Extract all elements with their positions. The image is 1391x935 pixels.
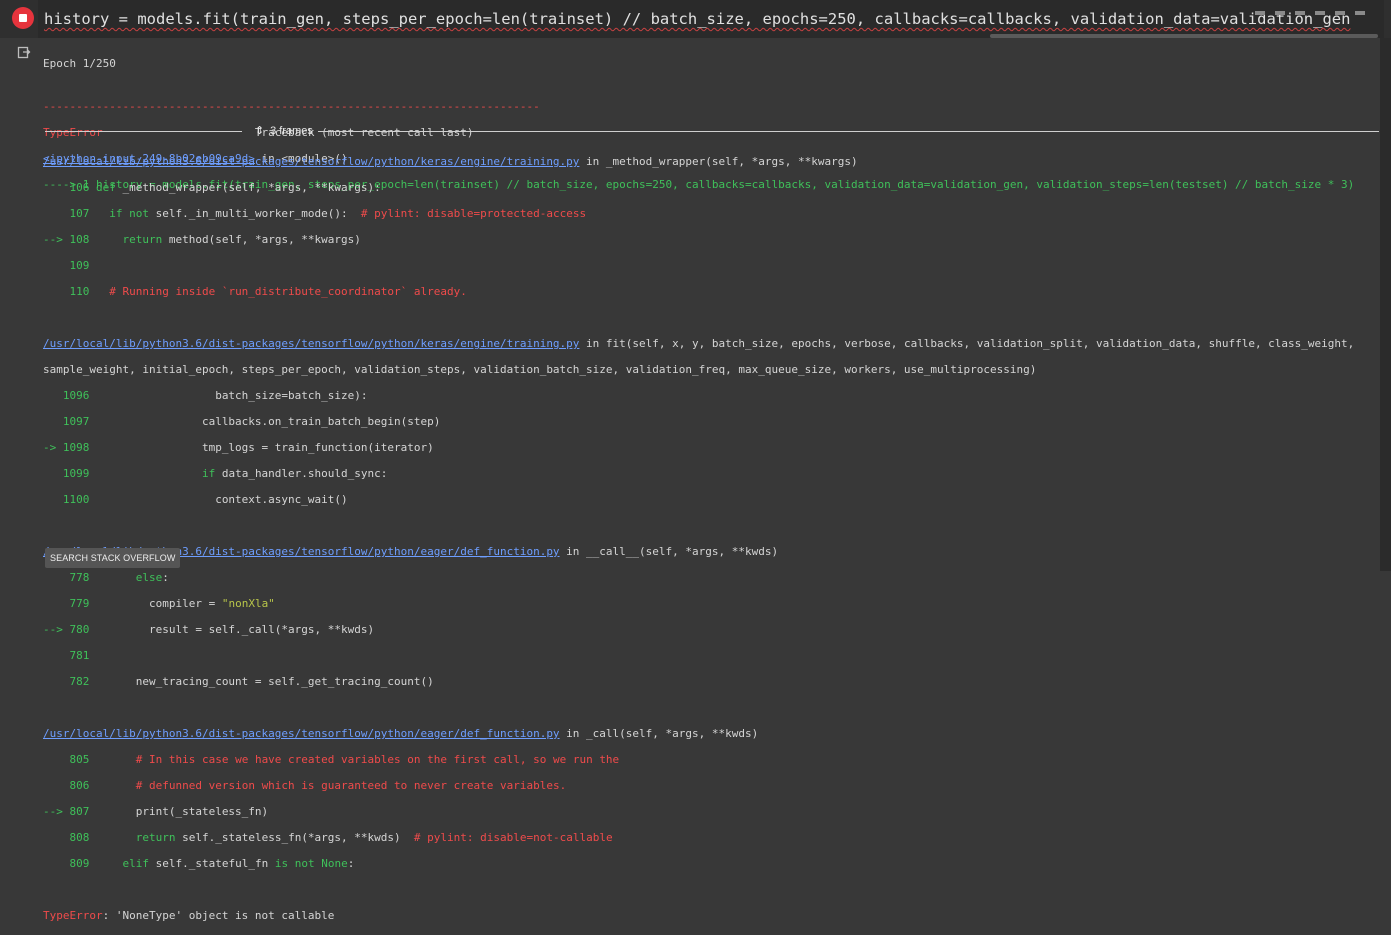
code-line: --> 780 result = self._call(*args, **kwd…	[43, 623, 375, 636]
code-line: 805 # In this case we have created varia…	[43, 753, 620, 766]
stop-execution-button[interactable]	[12, 7, 34, 29]
output-redirect-icon[interactable]	[17, 45, 31, 59]
stop-icon	[19, 14, 27, 22]
code-line: 809 elif self._stateful_fn is not None:	[43, 857, 355, 870]
code-line: 107 if not self._in_multi_worker_mode():…	[43, 207, 587, 220]
code-line: 1096 batch_size=batch_size):	[43, 389, 368, 402]
code-line: 808 return self._stateless_fn(*args, **k…	[43, 831, 613, 844]
frame-signature-cont: sample_weight, initial_epoch, steps_per_…	[43, 363, 1037, 376]
traceback-dash-line: ----------------------------------------…	[43, 100, 540, 113]
code-line: 806 # defunned version which is guarante…	[43, 779, 567, 792]
final-error-message: : 'NoneType' object is not callable	[102, 909, 335, 922]
epoch-line: Epoch 1/250	[43, 57, 116, 70]
frame-signature: in fit(self, x, y, batch_size, epochs, v…	[579, 337, 1355, 350]
frame-file-link[interactable]: /usr/local/lib/python3.6/dist-packages/t…	[43, 155, 579, 168]
code-line: 781	[43, 649, 96, 662]
code-line: 1097 callbacks.on_train_batch_begin(step…	[43, 415, 441, 428]
editor-horizontal-scrollbar[interactable]	[990, 34, 1378, 38]
frame-signature: in __call__(self, *args, **kwds)	[559, 545, 779, 558]
traceback-frames: /usr/local/lib/python3.6/dist-packages/t…	[43, 142, 1383, 922]
frames-separator: ⇕ 3 frames	[43, 124, 1379, 138]
code-editor[interactable]: history = models.fit(train_gen, steps_pe…	[38, 0, 1384, 38]
final-error-type: TypeError	[43, 909, 103, 922]
search-stack-overflow-button[interactable]: SEARCH STACK OVERFLOW	[45, 548, 181, 568]
code-line: 779 compiler = "nonXla"	[43, 597, 275, 610]
code-line: --> 807 print(_stateless_fn)	[43, 805, 269, 818]
code-line: 1100 context.async_wait()	[43, 493, 348, 506]
frame-signature: in _method_wrapper(self, *args, **kwargs…	[579, 155, 858, 168]
code-line: 110 # Running inside `run_distribute_coo…	[43, 285, 467, 298]
frame-file-link[interactable]: /usr/local/lib/python3.6/dist-packages/t…	[43, 337, 579, 350]
code-line: 106 def _method_wrapper(self, *args, **k…	[43, 181, 381, 194]
frame-signature: in _call(self, *args, **kwds)	[559, 727, 759, 740]
code-line: 782 new_tracing_count = self._get_tracin…	[43, 675, 434, 688]
code-line: 109	[43, 259, 96, 272]
cell-toolbar	[1245, 0, 1365, 15]
expand-collapse-icon: ⇕	[255, 125, 265, 137]
code-text: history = models.fit(train_gen, steps_pe…	[44, 10, 1351, 28]
code-line: 1099 if data_handler.should_sync:	[43, 467, 388, 480]
code-line: 778 else:	[43, 571, 169, 584]
frame-file-link[interactable]: /usr/local/lib/python3.6/dist-packages/t…	[43, 727, 560, 740]
frames-toggle[interactable]: ⇕ 3 frames	[255, 124, 313, 138]
code-line: --> 108 return method(self, *args, **kwa…	[43, 233, 361, 246]
code-cell: history = models.fit(train_gen, steps_pe…	[0, 0, 1391, 38]
code-line: -> 1098 tmp_logs = train_function(iterat…	[43, 441, 434, 454]
frames-label: 3 frames	[270, 125, 313, 137]
